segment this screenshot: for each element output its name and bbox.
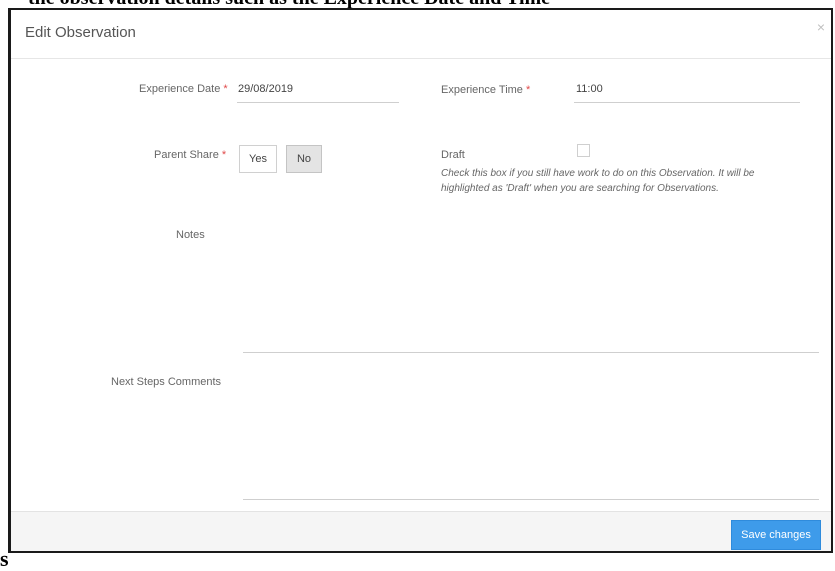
parent-share-label: Parent Share * <box>154 149 226 161</box>
required-marker: * <box>525 84 531 96</box>
required-marker: * <box>221 149 227 161</box>
draft-checkbox[interactable] <box>577 144 590 157</box>
draft-help-text: Check this box if you still have work to… <box>441 166 754 196</box>
modal-title: Edit Observation <box>25 24 136 41</box>
experience-time-label: Experience Time * <box>441 84 530 96</box>
close-icon[interactable]: × <box>817 20 825 34</box>
background-text: the observation details such as the Expe… <box>28 0 550 8</box>
draft-help-line: Check this box if you still have work to… <box>441 168 755 179</box>
notes-underline <box>243 352 819 353</box>
experience-date-label: Experience Date * <box>139 83 228 95</box>
notes-label: Notes <box>176 229 205 241</box>
experience-time-label-text: Experience Time <box>441 84 523 96</box>
experience-date-input[interactable]: 29/08/2019 <box>238 83 293 95</box>
draft-label: Draft <box>441 149 465 161</box>
notes-textarea[interactable] <box>243 222 818 352</box>
draft-help-line: highlighted as 'Draft' when you are sear… <box>441 183 719 194</box>
save-changes-button[interactable]: Save changes <box>731 520 821 550</box>
parent-share-yes-button[interactable]: Yes <box>239 145 277 173</box>
parent-share-label-text: Parent Share <box>154 149 219 161</box>
next-steps-underline <box>243 499 819 500</box>
edit-observation-modal: Edit Observation × Experience Date * 29/0… <box>8 8 833 553</box>
next-steps-label: Next Steps Comments <box>111 376 222 388</box>
experience-date-label-text: Experience Date <box>139 83 221 95</box>
next-steps-textarea[interactable] <box>243 368 818 498</box>
experience-time-underline <box>574 102 800 103</box>
required-marker: * <box>223 83 228 95</box>
modal-footer: Save changes <box>11 511 831 551</box>
experience-time-input[interactable]: 11:00 <box>576 83 603 95</box>
parent-share-no-button[interactable]: No <box>286 145 322 173</box>
experience-date-underline <box>237 102 399 103</box>
modal-header: Edit Observation × <box>11 10 831 59</box>
background-page: the observation details such as the Expe… <box>0 0 835 8</box>
